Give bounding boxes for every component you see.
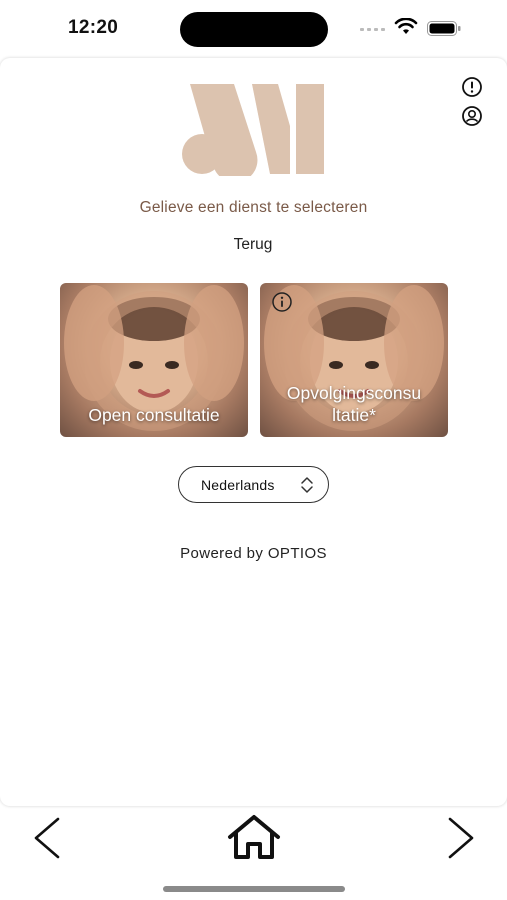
language-selected-value: Nederlands (201, 477, 275, 493)
language-select[interactable]: Nederlands (178, 466, 329, 503)
cellular-signal-icon (360, 26, 386, 32)
chevron-up-down-icon (301, 477, 313, 493)
powered-by-text: Powered by OPTIOS (180, 545, 327, 562)
wifi-icon (394, 18, 418, 34)
dynamic-island (180, 12, 328, 47)
battery-icon (427, 21, 461, 36)
info-icon[interactable] (271, 291, 293, 313)
home-icon[interactable] (224, 812, 284, 862)
service-label-line-2: ltatie* (332, 405, 376, 425)
info-circle-icon[interactable] (461, 76, 483, 98)
service-card-opvolgingsconsultatie[interactable]: Opvolgingsconsu ltatie* (260, 283, 448, 437)
user-circle-icon[interactable] (461, 105, 483, 127)
service-card-open-consultatie[interactable]: Open consultatie (60, 283, 248, 437)
back-link[interactable]: Terug (203, 236, 303, 254)
chevron-right-icon[interactable] (442, 815, 480, 861)
home-indicator[interactable] (163, 886, 345, 892)
status-bar: 12:20 (0, 0, 507, 58)
status-time: 12:20 (68, 17, 119, 38)
page-subtitle: Gelieve een dienst te selecteren (139, 199, 368, 216)
service-label-line-1: Opvolgingsconsu (286, 383, 422, 403)
logo-mark (182, 84, 324, 176)
service-label: Open consultatie (88, 405, 220, 425)
chevron-left-icon[interactable] (28, 815, 66, 861)
